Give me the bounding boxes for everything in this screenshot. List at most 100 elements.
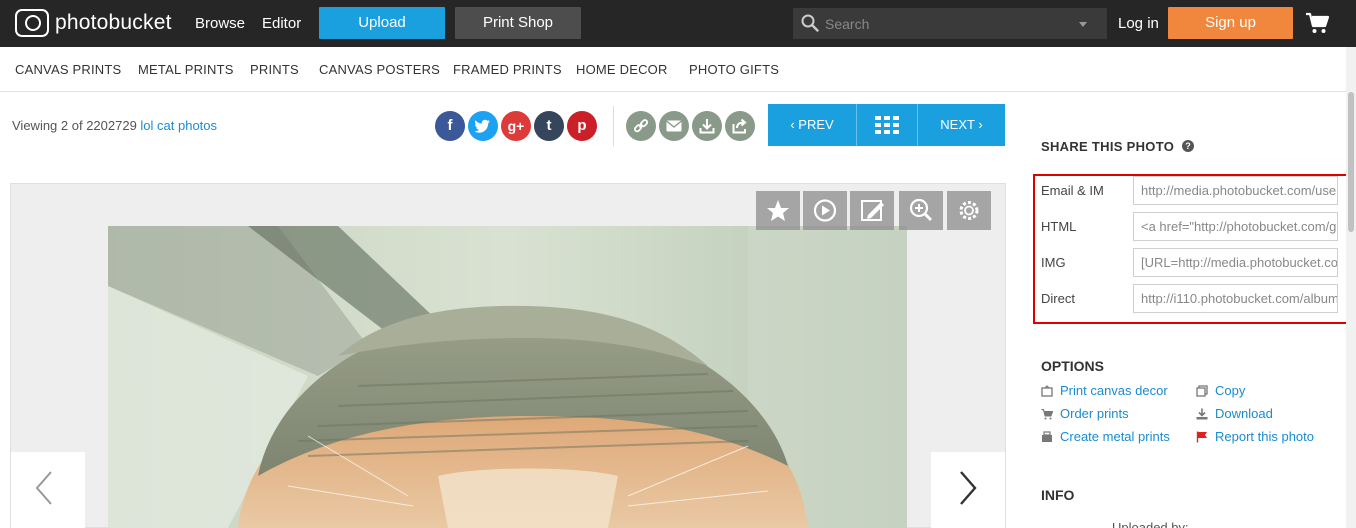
logo-text: photobucket [55,11,172,34]
googleplus-glyph: g+ [507,118,525,134]
search-box [793,8,1107,39]
nav-editor-link[interactable]: Editor [262,15,301,32]
edit-icon [861,200,884,221]
zoom-icon [909,198,933,222]
cart-small-icon [1041,408,1053,419]
email-icon[interactable] [659,111,689,141]
upload-button[interactable]: Upload [319,7,445,39]
order-prints-label: Order prints [1060,406,1129,421]
report-photo-label: Report this photo [1215,429,1315,444]
chevron-left-icon: ‹ [790,117,795,132]
download-glyph-icon [699,119,715,134]
catnav-prints[interactable]: PRINTS [250,62,299,77]
create-metal-prints-link[interactable]: Create metal prints [1041,429,1170,444]
download-small-icon [1196,408,1208,419]
zoom-button[interactable] [899,191,943,230]
grid-icon [875,116,899,134]
options-title: OPTIONS [1041,358,1105,374]
catnav-photo-gifts[interactable]: PHOTO GIFTS [689,62,779,77]
catnav-canvas-posters[interactable]: CANVAS POSTERS [319,62,440,77]
pinterest-glyph: p [577,117,587,134]
copy-icon [1196,384,1208,397]
toolbar-divider [613,106,614,146]
share-label-html: HTML [1041,219,1077,234]
viewing-count: Viewing 2 of 2202729 lol cat photos [12,118,217,133]
share-glyph-icon [732,118,747,134]
create-metal-prints-label: Create metal prints [1060,429,1170,444]
flag-icon [1196,431,1207,442]
facebook-icon[interactable]: f [435,111,465,141]
copy-link[interactable]: Copy [1196,383,1245,398]
share-direct-field[interactable]: http://i110.photobucket.com/albums/ [1133,284,1338,313]
cart-icon[interactable] [1305,12,1330,34]
camera-logo-icon [15,9,49,37]
photo-settings-button[interactable] [947,191,991,230]
slideshow-button[interactable] [803,191,847,230]
settings-icon [959,201,979,220]
chevron-right-icon: › [978,117,983,132]
album-link[interactable]: lol cat photos [140,118,217,133]
cat-in-knit-hat-photo[interactable] [108,226,907,528]
prev-label: PREV [798,117,834,132]
info-title: INFO [1041,487,1075,503]
catnav-metal-prints[interactable]: METAL PRINTS [138,62,234,77]
googleplus-icon[interactable]: g+ [501,111,531,141]
envelope-icon [666,120,682,132]
pinterest-icon[interactable]: p [567,111,597,141]
search-dropdown-caret-icon[interactable] [1079,22,1087,27]
order-prints-link[interactable]: Order prints [1041,406,1129,421]
uploaded-by-label: Uploaded by: [1112,520,1189,528]
search-icon [801,14,819,32]
catnav-framed-prints[interactable]: FRAMED PRINTS [453,62,562,77]
photobucket-logo[interactable]: photobucket [15,9,172,37]
chevron-left-icon [35,471,52,505]
next-label: NEXT [940,117,975,132]
download-link[interactable]: Download [1196,406,1273,421]
tumblr-glyph: t [546,117,552,134]
signup-button[interactable]: Sign up [1168,7,1293,39]
share-img-field[interactable]: [URL=http://media.photobucket.com/ [1133,248,1338,277]
search-input[interactable] [825,8,1065,39]
link-icon[interactable] [626,111,656,141]
twitter-bird-icon [474,119,490,133]
share-label-email: Email & IM [1041,183,1104,198]
edit-photo-button[interactable] [850,191,894,230]
scrollbar-thumb[interactable] [1348,92,1354,232]
chevron-right-icon [960,471,977,505]
tumblr-icon[interactable]: t [534,111,564,141]
viewing-prefix: Viewing 2 of 2202729 [12,118,141,133]
catnav-home-decor[interactable]: HOME DECOR [576,62,668,77]
category-nav: CANVAS PRINTS METAL PRINTS PRINTS CANVAS… [0,47,1356,92]
metal-print-icon [1042,430,1052,442]
nav-browse-link[interactable]: Browse [195,15,245,32]
twitter-icon[interactable] [468,111,498,141]
next-button[interactable]: NEXT › [918,104,1005,146]
previous-photo-arrow[interactable] [11,452,85,528]
download-label: Download [1215,406,1273,421]
play-icon [813,199,837,222]
share-icon[interactable] [725,111,755,141]
share-label-img: IMG [1041,255,1066,270]
login-link[interactable]: Log in [1118,15,1159,32]
share-html-field[interactable]: <a href="http://photobucket.com/gallery [1133,212,1338,241]
share-email-field[interactable]: http://media.photobucket.com/user/ [1133,176,1338,205]
canvas-icon [1041,384,1053,397]
report-photo-link[interactable]: Report this photo [1196,429,1314,444]
download-icon[interactable] [692,111,722,141]
grid-view-button[interactable] [857,104,917,146]
link-glyph-icon [633,119,649,133]
star-icon [767,200,789,221]
catnav-canvas-prints[interactable]: CANVAS PRINTS [15,62,121,77]
share-photo-title: SHARE THIS PHOTO [1041,139,1175,154]
prev-button[interactable]: ‹ PREV [768,104,856,146]
copy-label: Copy [1215,383,1246,398]
help-icon[interactable]: ? [1182,140,1194,152]
favorite-star-button[interactable] [756,191,800,230]
print-canvas-decor-label: Print canvas decor [1060,383,1168,398]
share-label-direct: Direct [1041,291,1075,306]
facebook-glyph: f [447,117,453,134]
top-bar: photobucket Browse Editor Upload Print S… [0,0,1356,47]
print-shop-button[interactable]: Print Shop [455,7,581,39]
print-canvas-decor-link[interactable]: Print canvas decor [1041,383,1168,398]
next-photo-arrow[interactable] [931,452,1005,528]
